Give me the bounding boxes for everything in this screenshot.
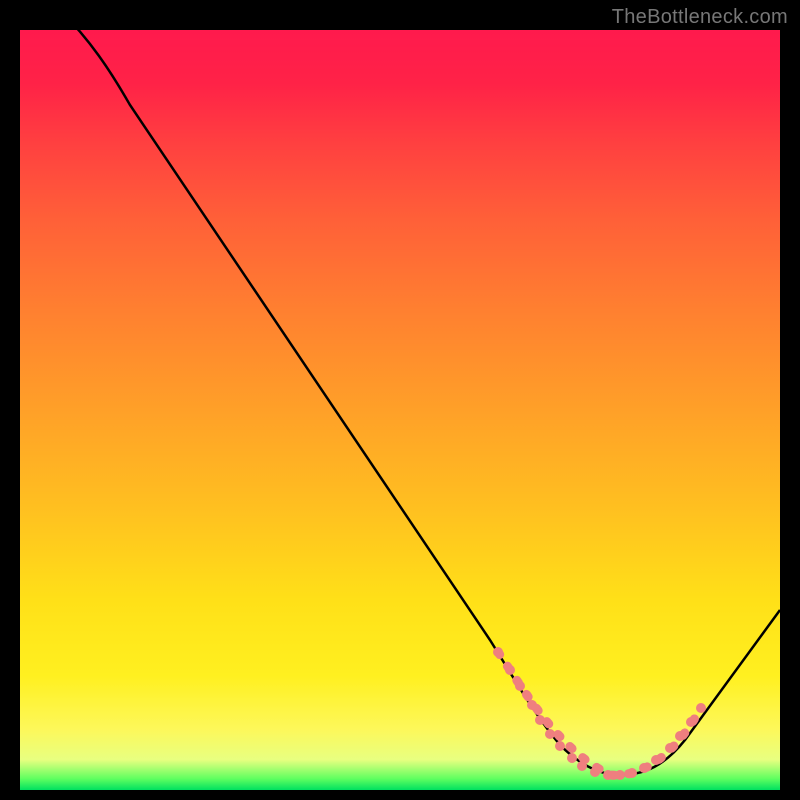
- highlight-markers: [493, 647, 706, 780]
- chart-overlay: [20, 30, 780, 790]
- watermark-text: TheBottleneck.com: [612, 6, 788, 29]
- bottleneck-curve: [60, 10, 780, 775]
